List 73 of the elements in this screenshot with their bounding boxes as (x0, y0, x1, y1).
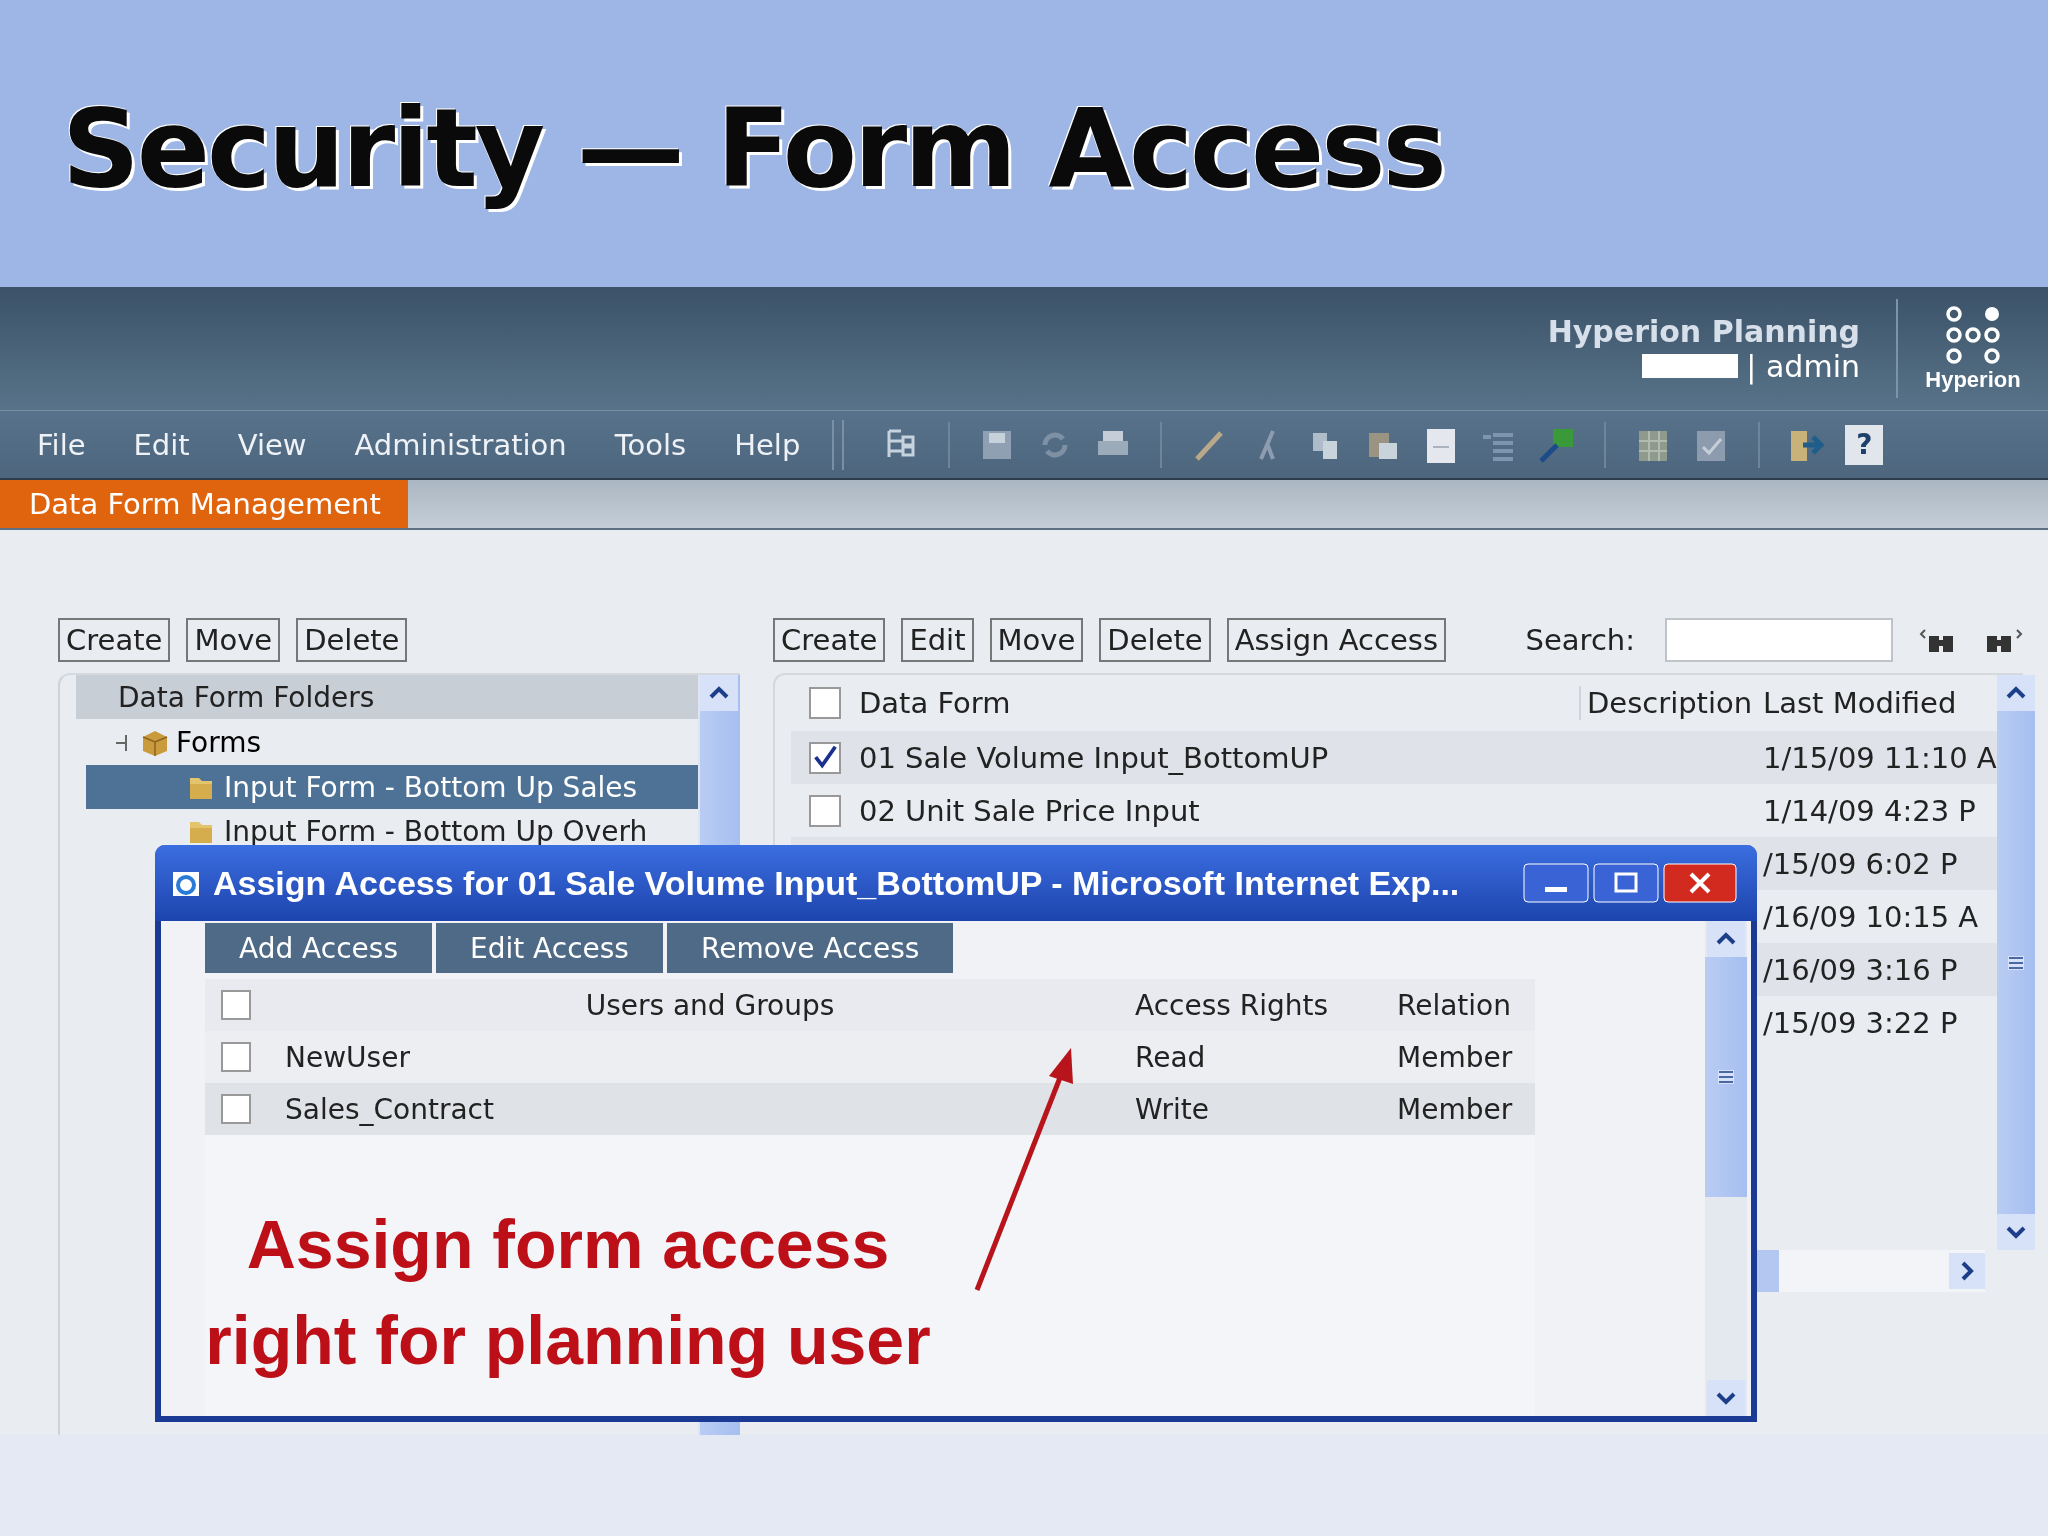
grip-icon[interactable] (2007, 955, 2024, 970)
grip-icon[interactable] (1718, 1070, 1734, 1084)
toolbar-button[interactable]: Add Access (205, 923, 432, 973)
checkbox[interactable] (221, 1094, 251, 1124)
toolbar-button[interactable]: Move (186, 618, 281, 662)
checkbox[interactable] (809, 794, 841, 827)
menu-item[interactable]: View (237, 427, 307, 462)
help-icon[interactable]: ? (1845, 424, 1884, 465)
checkbox[interactable] (809, 687, 841, 719)
table-cell-text: /16/09 10:15 A (1763, 899, 1980, 934)
column-header[interactable]: Last Modified (1763, 686, 1997, 720)
toolbar-button[interactable]: Create (773, 618, 886, 662)
menu-item[interactable]: Tools (614, 427, 687, 462)
toolbar-button[interactable]: Edit (901, 618, 974, 662)
toolbar-button[interactable]: Delete (1099, 618, 1211, 662)
column-header[interactable]: Description (1579, 686, 1763, 720)
table-cell-text: /15/09 6:02 P (1763, 846, 1959, 881)
panel-header: Data Form Folders (76, 675, 698, 719)
table-cell-text: Sales_Contract (285, 1092, 495, 1126)
window-title: Assign Access for 01 Sale Volume Input_BottomUP - Microsoft Internet Exp... (213, 863, 1461, 903)
logo-text: Hyperion (1925, 366, 2021, 393)
table-cell-text: /15/09 3:22 P (1763, 1005, 1959, 1040)
toolbar-button[interactable]: Assign Access (1226, 618, 1447, 662)
annotation-text: Assign form access right for planning user (204, 1205, 932, 1380)
tree-item[interactable]: Forms (176, 725, 262, 759)
scroll-up-icon[interactable] (1707, 921, 1745, 957)
slide-title: Security — Form Access (62, 85, 1444, 211)
toolbar-button[interactable]: Create (58, 618, 171, 662)
table-cell: 1/15/09 11:10 A (1763, 740, 1997, 775)
scroll-up-icon[interactable] (700, 675, 738, 711)
toolbar-button[interactable]: Move (989, 618, 1084, 662)
table-cell-text: 1/14/09 4:23 P (1763, 793, 1977, 828)
tree-row[interactable]: Input Form - Bottom Up Overh (86, 809, 698, 853)
menu-item[interactable]: Administration (354, 427, 567, 462)
toolbar-button[interactable]: Edit Access (435, 923, 663, 973)
checkbox[interactable] (221, 990, 251, 1020)
product-name: Hyperion Planning (1547, 313, 1860, 349)
table-cell-text: 02 Unit Sale Price Input (859, 793, 1201, 828)
toolbar-handle[interactable] (832, 419, 845, 470)
table-cell-text: Member (1397, 1092, 1514, 1126)
minimize-button[interactable] (1523, 863, 1589, 903)
maximize-button[interactable] (1593, 863, 1659, 903)
scroll-up-icon[interactable] (1996, 675, 2035, 711)
scrollbar[interactable] (1705, 921, 1747, 1416)
scroll-right-icon[interactable] (1949, 1253, 1985, 1289)
table-cell-text: Read (1135, 1040, 1207, 1074)
column-header[interactable]: Access Rights (1135, 988, 1397, 1022)
tree-item: Input Form - Bottom Up Sales (224, 770, 638, 804)
user-name: | admin (1746, 348, 1860, 384)
column-header[interactable]: Users and Groups (285, 988, 1135, 1022)
scroll-down-icon[interactable] (1996, 1214, 2035, 1250)
toolbar-button[interactable]: Remove Access (666, 923, 954, 973)
table-cell-text: Member (1397, 1040, 1514, 1074)
table-cell-text: /16/09 3:16 P (1763, 952, 1959, 987)
search-field[interactable] (1665, 618, 1893, 662)
module-tab[interactable]: Data Form Management (0, 480, 408, 528)
search-label: Search: (1525, 623, 1635, 657)
tree-item: Input Form - Bottom Up Overh (224, 814, 648, 848)
menu-item[interactable]: Help (734, 427, 801, 462)
column-header[interactable]: Relation (1397, 988, 1535, 1022)
column-header[interactable]: Data Form (859, 686, 1579, 720)
checkbox[interactable] (809, 741, 841, 774)
menu-item[interactable]: File (37, 427, 86, 462)
close-button[interactable] (1663, 863, 1737, 903)
scrollbar[interactable] (1996, 675, 2035, 1250)
toolbar-button[interactable]: Delete (296, 618, 408, 662)
table-cell-text: 01 Sale Volume Input_BottomUP (859, 740, 1330, 775)
table-cell-text: Write (1135, 1092, 1210, 1126)
checkbox[interactable] (221, 1042, 251, 1072)
table-cell-text: NewUser (285, 1040, 411, 1074)
scroll-down-icon[interactable] (1707, 1380, 1745, 1416)
menu-item[interactable]: Edit (133, 427, 190, 462)
tree-row[interactable]: Input Form - Bottom Up Sales (86, 765, 698, 809)
